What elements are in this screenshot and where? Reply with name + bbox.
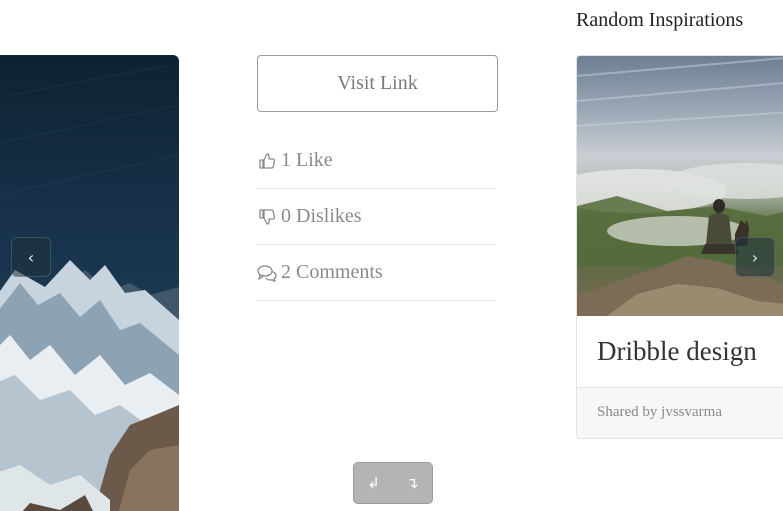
dislikes-label: 0 Dislikes: [281, 205, 362, 227]
card-image: [577, 56, 783, 316]
hiker-photo: [577, 57, 783, 316]
visit-link-button[interactable]: Visit Link: [257, 55, 498, 112]
likes-label: 1 Like: [281, 149, 333, 171]
undo-redo-group: ↲ ↴: [353, 462, 433, 504]
shared-by-label: Shared by jvssvarma: [597, 404, 722, 420]
redo-icon[interactable]: ↴: [406, 474, 419, 492]
likes-row[interactable]: 1 Like: [257, 133, 495, 189]
chevron-right-icon: ›: [751, 247, 759, 267]
chevron-left-icon: ‹: [27, 247, 35, 267]
main-post-image[interactable]: [0, 55, 179, 511]
card-title[interactable]: Dribble design: [597, 336, 757, 367]
comments-label: 2 Comments: [281, 261, 383, 283]
comments-row[interactable]: 2 Comments: [257, 245, 495, 301]
page: ‹ Visit Link 1 Like 0 Dislikes 2 Comment…: [0, 0, 783, 511]
carousel-next-button[interactable]: ›: [735, 237, 775, 277]
carousel-prev-button[interactable]: ‹: [11, 237, 51, 277]
mountain-photo: [0, 64, 179, 511]
comments-icon: [257, 263, 277, 283]
card-footer: Shared by jvssvarma: [577, 387, 783, 438]
thumbs-down-icon: [257, 207, 277, 227]
section-title: Random Inspirations: [576, 9, 744, 31]
thumbs-up-icon: [257, 151, 277, 171]
undo-icon[interactable]: ↲: [367, 474, 380, 492]
dislikes-row[interactable]: 0 Dislikes: [257, 189, 495, 245]
